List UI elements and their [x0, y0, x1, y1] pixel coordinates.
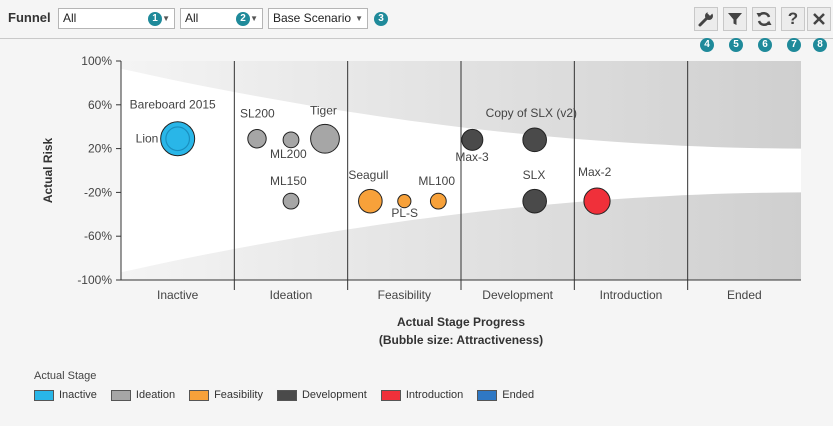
bubble-label: ML150	[270, 174, 307, 188]
bubble-point	[282, 131, 300, 149]
scenario-dropdown[interactable]: Base Scenario ▼	[268, 8, 368, 29]
filter-button[interactable]	[723, 7, 747, 31]
legend-item: Inactive	[34, 389, 97, 401]
bubble-point	[522, 188, 547, 214]
legend-swatch	[34, 389, 54, 401]
legend-swatch	[477, 389, 498, 401]
legend-swatch	[189, 389, 210, 401]
chevron-down-icon: ▼	[355, 14, 363, 23]
funnel-icon	[728, 13, 742, 25]
legend-label: Ideation	[135, 389, 176, 401]
legend-label: Development	[301, 389, 367, 401]
bubble-point	[583, 187, 611, 215]
bubble-label: SLX	[523, 168, 546, 182]
x-category-label: Introduction	[600, 288, 663, 302]
dropdown-2-value: All	[185, 11, 199, 25]
legend-item: Development	[276, 389, 367, 401]
y-tick-label: -100%	[77, 273, 112, 287]
y-tick-label: -60%	[84, 229, 112, 243]
legend-title: Actual Stage	[34, 370, 97, 382]
legend-item: Ideation	[110, 389, 176, 401]
close-button[interactable]	[807, 7, 831, 31]
y-axis-title: Actual Risk	[41, 137, 55, 203]
badge-3: 3	[374, 12, 388, 26]
bubble-label: ML200	[270, 147, 307, 161]
scenario-value: Base Scenario	[273, 11, 352, 25]
bubble-label: ML100	[418, 174, 455, 188]
bubble-label: SL200	[240, 107, 275, 121]
x-category-label: Development	[482, 288, 553, 302]
bubble-label: Max-3	[455, 150, 489, 164]
legend-label: Introduction	[405, 389, 464, 401]
close-icon	[813, 13, 825, 25]
y-tick-label: 60%	[88, 98, 112, 112]
legend-label: Feasibility	[214, 389, 263, 401]
x-category-label: Inactive	[157, 288, 199, 302]
funnel-label: Funnel	[8, 10, 51, 25]
chevron-down-icon: ▼	[250, 14, 258, 23]
toolbar: Funnel All ▼ 1 All ▼ 2 Base Scenario ▼ 3…	[0, 0, 833, 52]
legend-item: Introduction	[380, 389, 464, 401]
badge-1: 1	[148, 12, 162, 26]
bubble-point	[522, 127, 547, 153]
legend-swatch	[110, 389, 131, 401]
legend-item: Ended	[477, 389, 534, 401]
badge-2: 2	[236, 12, 250, 26]
bubble-point	[461, 128, 484, 151]
legend-label: Ended	[502, 389, 535, 401]
x-axis-title: Actual Stage Progress	[397, 315, 525, 329]
question-icon: ?	[787, 9, 799, 28]
y-tick-label: 20%	[88, 142, 112, 156]
chevron-down-icon: ▼	[162, 14, 170, 23]
bubble-point	[310, 123, 340, 154]
dropdown-1-value: All	[63, 11, 77, 25]
bubble-label: Max-2	[578, 165, 612, 179]
y-tick-label: 100%	[81, 54, 112, 68]
settings-button[interactable]	[694, 7, 718, 31]
bubble-label: Copy of SLX (v2)	[486, 106, 577, 120]
refresh-icon	[756, 11, 772, 27]
legend-item: Feasibility	[189, 389, 263, 401]
funnel-dropdown-2[interactable]: All ▼	[180, 8, 263, 29]
legend-swatch	[276, 389, 297, 401]
bubble-label: Seagull	[348, 168, 388, 182]
wrench-icon	[698, 10, 713, 27]
legend-swatch	[380, 389, 401, 401]
bubble-label: Bareboard 2015	[130, 98, 216, 112]
bubble-point	[247, 129, 267, 149]
bubble-label: Lion	[136, 132, 159, 146]
funnel-chart: 100% 60% 20% -20% -60% -100% Inactive Ideation F…	[41, 54, 801, 347]
x-axis-subtitle: (Bubble size: Attractiveness)	[379, 333, 543, 347]
help-button[interactable]: ?	[781, 7, 805, 31]
legend-label: Inactive	[59, 389, 97, 401]
bubble-point	[429, 192, 447, 210]
refresh-button[interactable]	[752, 7, 776, 31]
y-tick-label: -20%	[84, 185, 112, 199]
x-category-label: Ended	[727, 288, 762, 302]
bubble-point	[282, 192, 300, 210]
bubble-point	[358, 188, 383, 214]
legend: Inactive Ideation Feasibility Development In…	[34, 389, 534, 401]
x-category-label: Feasibility	[378, 288, 431, 302]
bubble-label: Tiger	[310, 104, 337, 118]
bubble-label: PL-S	[391, 206, 418, 220]
x-category-label: Ideation	[270, 288, 313, 302]
